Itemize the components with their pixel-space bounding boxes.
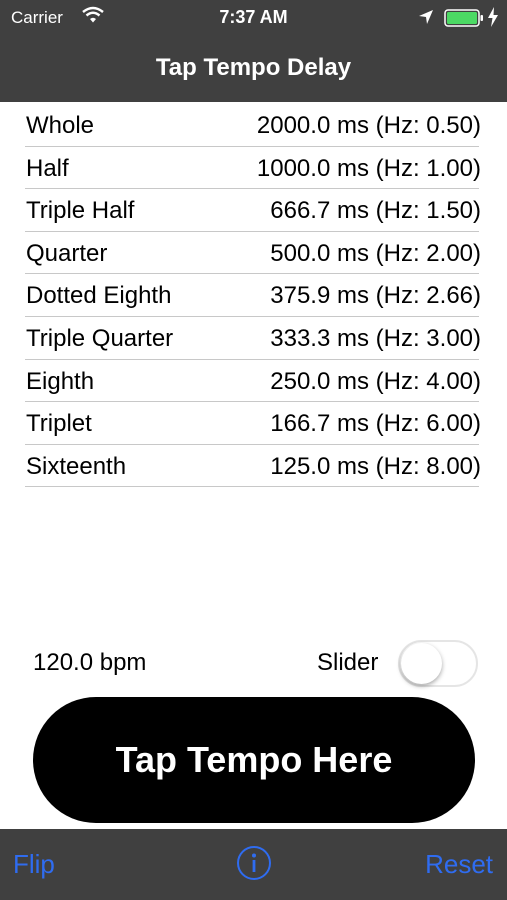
table-row: Triple Quarter 333.3 ms (Hz: 3.00) [25,317,481,360]
note-name: Triple Quarter [26,324,174,352]
table-row: Whole 2000.0 ms (Hz: 0.50) [25,104,481,147]
note-name: Whole [26,112,95,139]
location-icon [419,10,433,24]
table-row: Sixteenth 125.0 ms (Hz: 8.00) [25,445,481,488]
info-icon[interactable] [236,845,272,881]
table-row: Triple Half 666.7 ms (Hz: 1.50) [25,189,481,232]
delay-value: 125.0 ms (Hz: 8.00) [270,452,481,480]
table-row: Dotted Eighth 375.9 ms (Hz: 2.66) [25,274,481,317]
table-row: Quarter 500.0 ms (Hz: 2.00) [25,232,481,275]
bpm-readout: 120.0 bpm [33,649,147,676]
page-title: Tap Tempo Delay [155,54,352,81]
status-bar: Carrier 7:37 AM [0,0,507,36]
delay-value: 2000.0 ms (Hz: 0.50) [256,112,481,139]
toggle-knob [401,643,442,684]
flip-button[interactable]: Flip [13,849,55,880]
note-name: Quarter [26,239,108,267]
slider-label: Slider [317,649,379,676]
table-row: Half 1000.0 ms (Hz: 1.00) [25,147,481,190]
delay-value: 500.0 ms (Hz: 2.00) [270,239,481,267]
delay-value: 666.7 ms (Hz: 1.50) [270,197,481,225]
note-name: Dotted Eighth [26,282,172,310]
note-name: Eighth [26,367,95,395]
tap-tempo-button[interactable]: Tap Tempo Here [33,697,475,823]
slider-toggle[interactable] [398,640,478,687]
nav-bar: Tap Tempo Delay [0,36,507,102]
note-name: Sixteenth [26,452,127,480]
delay-value: 333.3 ms (Hz: 3.00) [270,324,481,352]
delay-value: 375.9 ms (Hz: 2.66) [270,282,481,310]
tap-tempo-label: Tap Tempo Here [115,739,393,780]
charging-icon [488,7,498,27]
reset-button[interactable]: Reset [425,849,493,880]
bottom-toolbar: Flip Reset [0,829,507,900]
table-row: Eighth 250.0 ms (Hz: 4.00) [25,360,481,403]
table-row: Triplet 166.7 ms (Hz: 6.00) [25,402,481,445]
delay-value: 1000.0 ms (Hz: 1.00) [256,154,481,182]
delay-value: 166.7 ms (Hz: 6.00) [270,410,481,438]
note-name: Triple Half [26,197,135,225]
note-name: Triplet [26,410,92,438]
delay-table: Whole 2000.0 ms (Hz: 0.50) Half 1000.0 ms … [25,104,481,488]
delay-value: 250.0 ms (Hz: 4.00) [270,367,481,395]
note-name: Half [26,154,69,182]
battery-icon [444,9,483,27]
